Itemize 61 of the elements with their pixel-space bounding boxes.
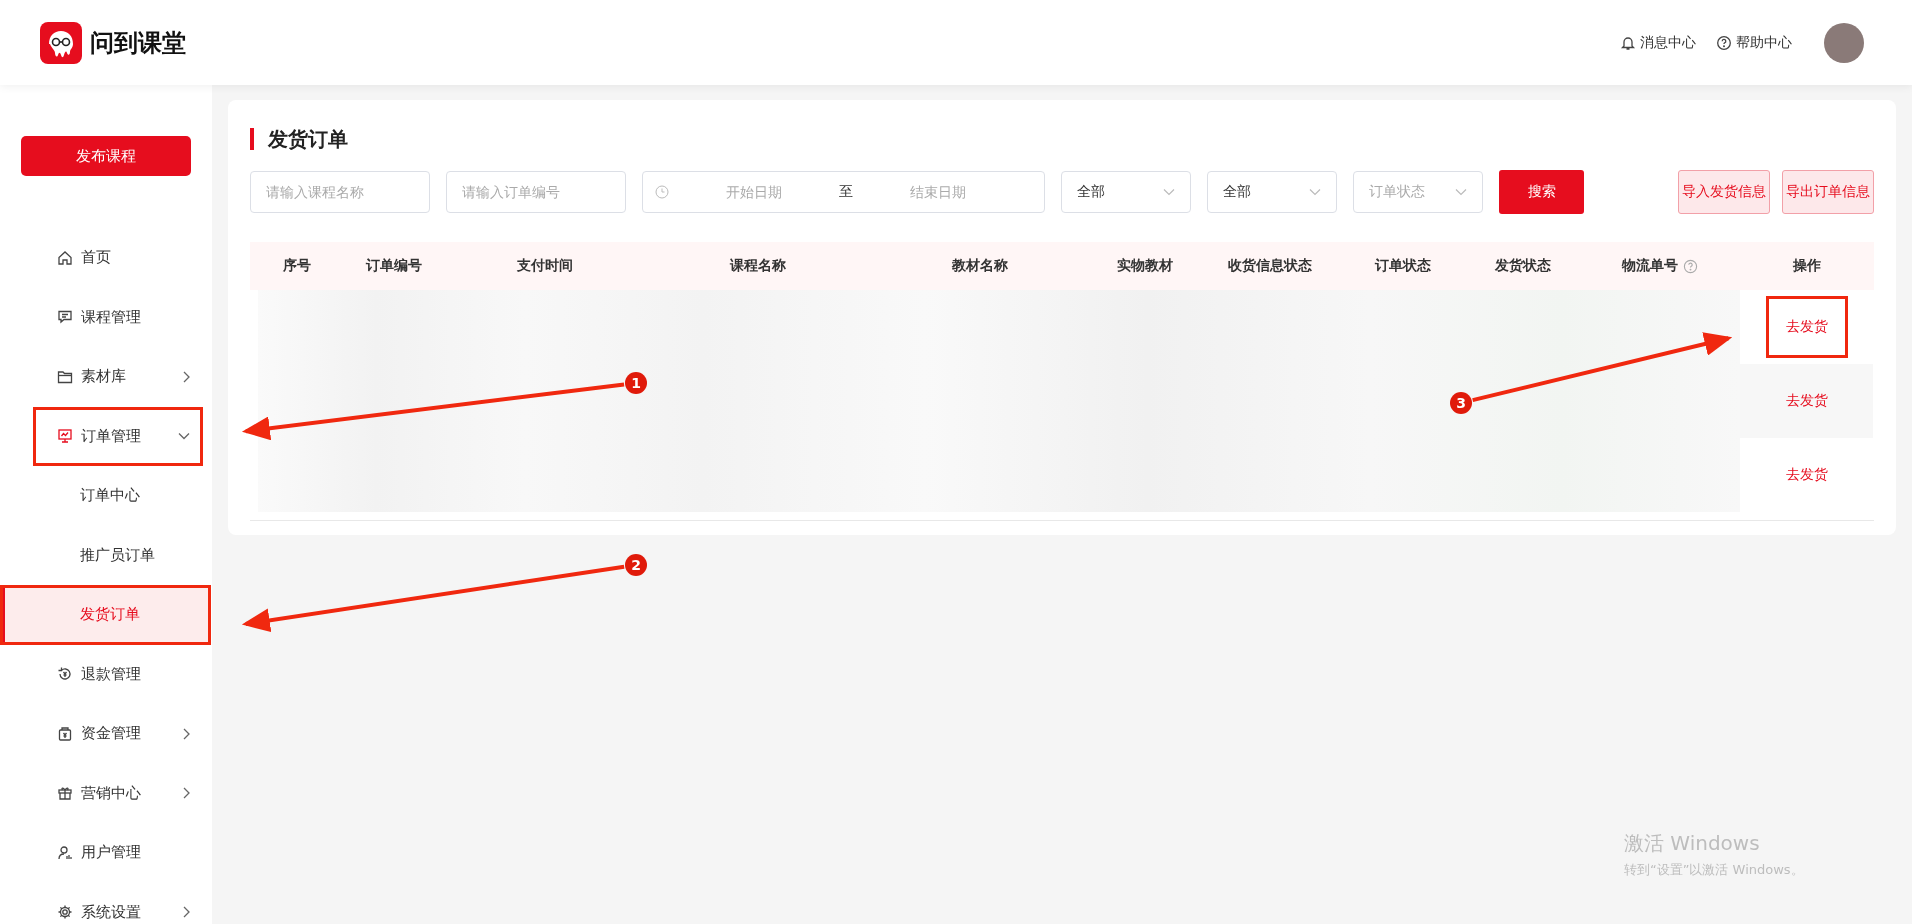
column-header: 教材名称: [951, 257, 1009, 275]
user-avatar[interactable]: [1824, 22, 1864, 63]
sidebar-subitem[interactable]: 发货订单: [0, 585, 211, 645]
column-header: 物流单号: [1580, 257, 1740, 275]
sidebar-item[interactable]: 系统设置: [0, 882, 212, 924]
column-header: 操作: [1791, 257, 1822, 275]
column-header: 支付时间: [516, 257, 574, 275]
date-range-picker[interactable]: 开始日期 至 结束日期: [642, 171, 1045, 213]
app-name: 问到课堂: [90, 27, 186, 59]
step-number-badge: 3: [1450, 392, 1472, 414]
help-icon: [1716, 34, 1732, 51]
folder-icon: [57, 368, 73, 385]
monitor-icon: [57, 428, 73, 445]
step-number-badge: 2: [625, 554, 647, 576]
sidebar-item[interactable]: 用户管理: [0, 823, 212, 883]
step-number-badge: 1: [625, 372, 647, 394]
sidebar-item[interactable]: 资金管理: [0, 704, 212, 764]
sidebar-item[interactable]: 订单管理: [33, 406, 203, 466]
column-header: 实物教材: [1116, 257, 1174, 275]
sidebar-item[interactable]: 素材库: [0, 347, 212, 407]
sidebar-item[interactable]: 课程管理: [0, 287, 212, 347]
gear-icon: [57, 904, 73, 921]
gift-icon: [57, 785, 73, 802]
column-header: 序号: [281, 257, 312, 275]
sidebar-subitem[interactable]: 推广员订单: [0, 525, 212, 585]
board-icon: [57, 309, 73, 326]
clock-icon: [655, 185, 669, 199]
page-title: 发货订单: [250, 128, 1874, 150]
chevron-down-icon: [1455, 188, 1467, 196]
column-header: 订单状态: [1373, 257, 1432, 275]
wallet-icon: [57, 725, 73, 742]
sidebar-item[interactable]: 首页: [0, 228, 212, 288]
chevron-down-icon: [1309, 188, 1321, 196]
sidebar-subitem[interactable]: 订单中心: [0, 466, 212, 526]
bell-icon: [1620, 34, 1636, 51]
publish-course-button[interactable]: 发布课程: [21, 136, 191, 176]
header-link[interactable]: 消息中心: [1620, 33, 1696, 52]
column-header: 收货信息状态: [1227, 257, 1313, 275]
chevron-down-icon: [1163, 188, 1175, 196]
sidebar-item[interactable]: 退款管理: [0, 644, 212, 704]
user-icon: [57, 844, 73, 861]
column-header: 订单编号: [364, 257, 423, 275]
refund-icon: [57, 666, 73, 683]
order-number-field[interactable]: 请输入订单编号: [446, 171, 626, 213]
logo-icon: [40, 21, 82, 64]
search-button[interactable]: 搜索: [1499, 170, 1584, 214]
import-button[interactable]: 导入发货信息: [1678, 170, 1770, 214]
activation-notice-title: 激活 Windows: [1624, 830, 1761, 857]
column-header: 课程名称: [728, 257, 787, 275]
course-name-field[interactable]: 请输入课程名称: [250, 171, 430, 213]
date-separator: 至: [839, 183, 853, 201]
column-header: 发货状态: [1493, 257, 1552, 275]
export-button[interactable]: 导出订单信息: [1782, 170, 1874, 214]
home-icon: [57, 249, 73, 266]
dropdown-select[interactable]: 全部: [1061, 171, 1191, 213]
sidebar-item[interactable]: 营销中心: [0, 763, 212, 823]
help-icon: [1683, 258, 1698, 274]
ship-link[interactable]: 去发货: [1765, 296, 1848, 358]
dropdown-select[interactable]: 全部: [1207, 171, 1337, 213]
ship-link[interactable]: 去发货: [1765, 444, 1848, 506]
header-link[interactable]: 帮助中心: [1716, 33, 1792, 52]
